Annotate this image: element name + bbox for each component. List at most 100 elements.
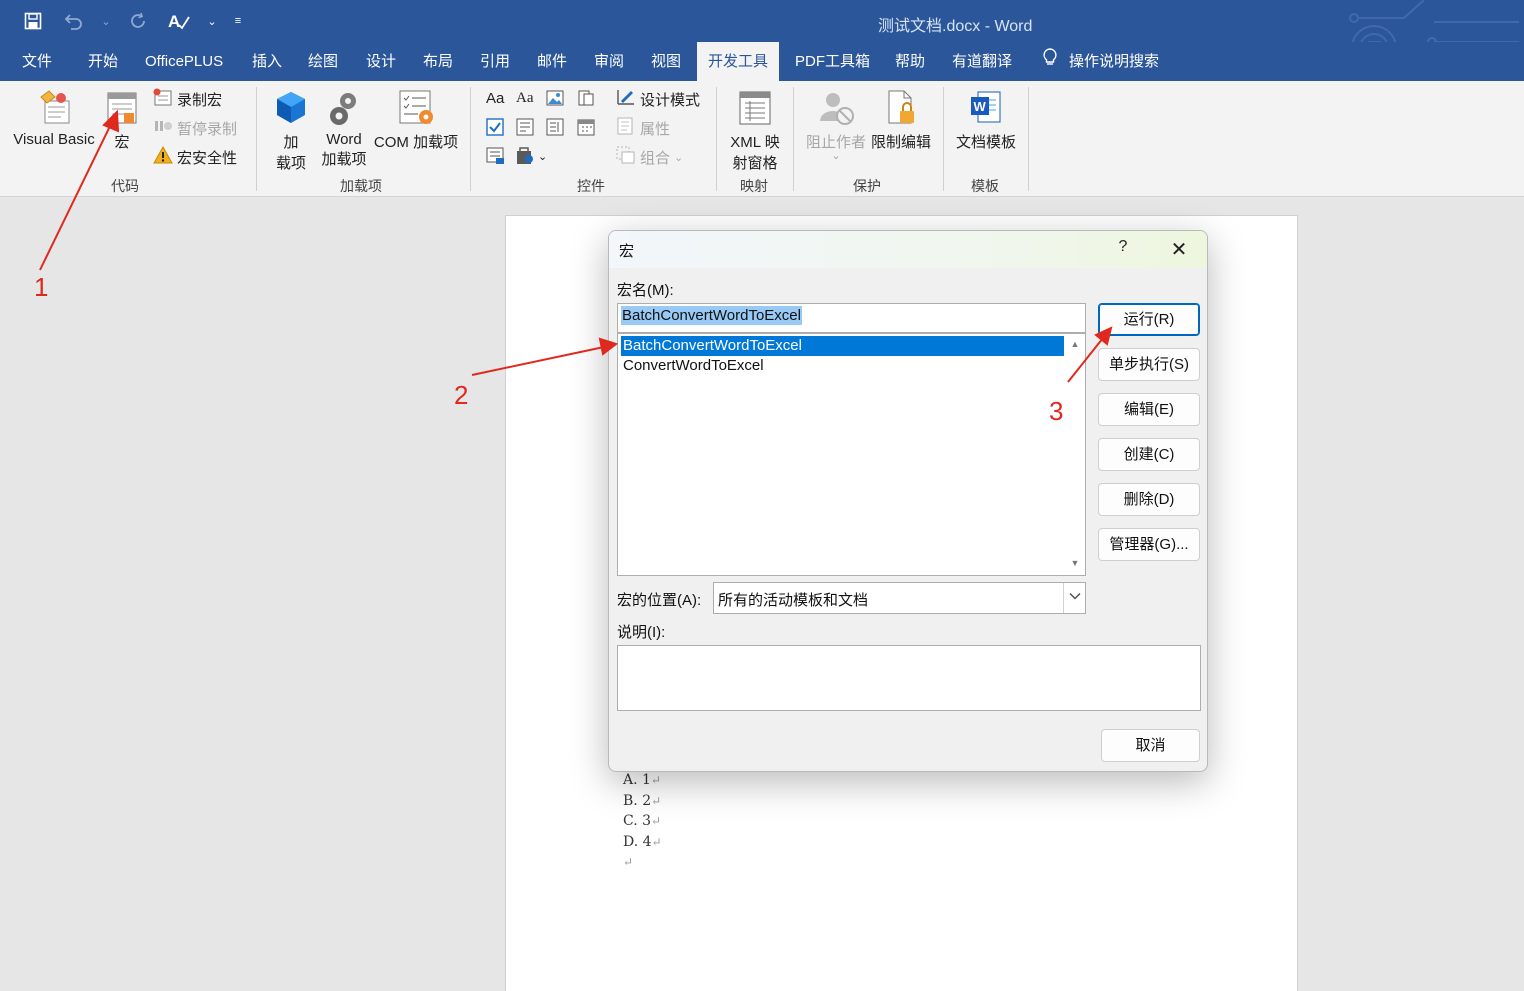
com-addins-button[interactable]: COM 加载项: [372, 89, 460, 152]
help-button[interactable]: ?: [1113, 238, 1133, 260]
picture-control-icon[interactable]: [546, 89, 564, 107]
tab-design[interactable]: 设计: [355, 42, 407, 81]
ribbon-tabs: 文件 开始 OfficePLUS 插入 绘图 设计 布局 引用 邮件 审阅 视图…: [0, 42, 1524, 81]
description-field[interactable]: [617, 645, 1201, 711]
chevron-down-icon: ⌄: [831, 150, 841, 162]
annotation-number-1: 1: [34, 272, 49, 302]
tab-developer[interactable]: 开发工具: [697, 42, 780, 81]
save-icon[interactable]: [20, 8, 46, 34]
tab-youdao-translate[interactable]: 有道翻译: [941, 42, 1023, 81]
group-separator: [793, 87, 794, 191]
close-icon[interactable]: ✕: [1167, 237, 1191, 261]
svg-text:A: A: [168, 12, 180, 31]
macro-name-input[interactable]: BatchConvertWordToExcel: [617, 303, 1086, 333]
checkbox-control-icon[interactable]: [486, 118, 504, 136]
com-addins-icon: [372, 89, 460, 131]
macro-security-button[interactable]: 宏安全性: [153, 145, 237, 168]
visual-basic-label: Visual Basic: [13, 131, 95, 148]
addins-label-line1: 加: [283, 134, 299, 151]
tab-file[interactable]: 文件: [11, 42, 63, 81]
undo-icon[interactable]: [60, 8, 86, 34]
tell-me-label: 操作说明搜索: [1069, 53, 1160, 70]
document-line: B. 2↵: [623, 792, 662, 809]
macro-list-item[interactable]: ConvertWordToExcel: [621, 356, 1064, 376]
block-authors-button[interactable]: 阻止作者 ⌄: [804, 89, 868, 162]
macro-list[interactable]: BatchConvertWordToExcel ConvertWordToExc…: [617, 333, 1086, 576]
document-line-empty: ↵: [623, 855, 634, 869]
step-into-button[interactable]: 单步执行(S): [1098, 348, 1200, 381]
design-mode-button[interactable]: 设计模式: [616, 88, 700, 110]
word-addins-label-line2: 加载项: [321, 151, 367, 168]
chevron-down-icon: ⌄: [538, 150, 548, 163]
scroll-up-icon[interactable]: ▲: [1069, 339, 1081, 351]
warning-icon: [153, 145, 173, 168]
date-picker-control-icon[interactable]: [577, 118, 595, 136]
lightbulb-icon: [1043, 42, 1057, 81]
run-button[interactable]: 运行(R): [1098, 303, 1200, 336]
tab-references[interactable]: 引用: [469, 42, 521, 81]
repeating-section-control-icon[interactable]: [486, 147, 506, 165]
customize-qat-icon[interactable]: ≡: [232, 8, 244, 34]
tab-pdf-toolbox[interactable]: PDF工具箱: [784, 42, 881, 81]
addins-button[interactable]: 加 载项: [270, 89, 312, 173]
pause-recording-button[interactable]: 暂停录制: [153, 117, 237, 139]
document-line: C. 3↵: [623, 813, 662, 829]
create-button[interactable]: 创建(C): [1098, 438, 1200, 471]
group-button[interactable]: 组合 ⌄: [616, 146, 683, 168]
tab-mailings[interactable]: 邮件: [526, 42, 578, 81]
group-label-controls: 控件: [577, 178, 605, 194]
spellcheck-dropdown-icon[interactable]: ⌄: [206, 8, 218, 34]
block-authors-label: 阻止作者: [805, 134, 866, 151]
quick-access-toolbar: ⌄ A ⌄ ≡: [20, 8, 244, 34]
group-separator: [1028, 87, 1029, 191]
legacy-tools-icon[interactable]: ⌄: [516, 147, 547, 165]
xml-mapping-label-line2: 射窗格: [732, 155, 778, 172]
macro-list-item[interactable]: BatchConvertWordToExcel: [621, 336, 1064, 356]
addins-label-line2: 载项: [275, 155, 306, 172]
tab-review[interactable]: 审阅: [583, 42, 635, 81]
tab-layout[interactable]: 布局: [412, 42, 464, 81]
edit-button[interactable]: 编辑(E): [1098, 393, 1200, 426]
building-block-control-icon[interactable]: [577, 89, 595, 107]
macro-location-label: 宏的位置(A):: [617, 592, 702, 609]
tab-insert[interactable]: 插入: [241, 42, 293, 81]
properties-button[interactable]: 属性: [616, 117, 670, 139]
tab-officeplus[interactable]: OfficePLUS: [134, 42, 234, 81]
tab-draw[interactable]: 绘图: [297, 42, 349, 81]
properties-label: 属性: [640, 120, 671, 138]
tab-view[interactable]: 视图: [640, 42, 692, 81]
restrict-editing-button[interactable]: 限制编辑: [869, 89, 933, 152]
dropdown-control-icon[interactable]: [546, 118, 564, 136]
xml-mapping-pane-button[interactable]: XML 映 射窗格: [726, 89, 784, 173]
plain-text-control-icon[interactable]: Aa: [516, 90, 534, 107]
record-macro-label: 录制宏: [177, 91, 223, 109]
group-label-addins: 加载项: [340, 178, 382, 194]
tab-home[interactable]: 开始: [77, 42, 129, 81]
macros-button[interactable]: 宏: [101, 89, 143, 152]
visual-basic-button[interactable]: Visual Basic: [12, 89, 96, 148]
tab-help[interactable]: 帮助: [884, 42, 936, 81]
document-title: 测试文档.docx - Word: [878, 18, 1033, 35]
chevron-down-icon: ⌄: [674, 151, 684, 164]
dialog-title-bar: 宏 ? ✕: [609, 231, 1207, 268]
rich-text-control-icon[interactable]: Aa: [486, 90, 504, 107]
group-label: 组合: [640, 149, 671, 167]
record-macro-button[interactable]: 录制宏: [153, 88, 222, 110]
scroll-down-icon[interactable]: ▼: [1069, 558, 1081, 570]
spellcheck-icon[interactable]: A: [166, 8, 192, 34]
organizer-button[interactable]: 管理器(G)...: [1098, 528, 1200, 561]
redo-icon[interactable]: [126, 8, 152, 34]
word-addins-button[interactable]: Word 加载项: [318, 89, 370, 169]
design-mode-label: 设计模式: [640, 91, 701, 109]
chevron-down-icon[interactable]: [1063, 583, 1085, 613]
combo-box-control-icon[interactable]: [516, 118, 534, 136]
word-addins-label-line1: Word: [326, 131, 362, 148]
undo-dropdown-icon[interactable]: ⌄: [100, 8, 112, 34]
cancel-button[interactable]: 取消: [1101, 729, 1200, 762]
document-template-button[interactable]: W 文档模板: [954, 89, 1018, 152]
annotation-number-3: 3: [1049, 396, 1064, 426]
macro-list-scrollbar[interactable]: ▲ ▼: [1065, 334, 1085, 575]
macro-location-select[interactable]: 所有的活动模板和文档: [713, 582, 1086, 614]
tell-me-search[interactable]: 操作说明搜索: [1032, 42, 1170, 81]
delete-button[interactable]: 删除(D): [1098, 483, 1200, 516]
